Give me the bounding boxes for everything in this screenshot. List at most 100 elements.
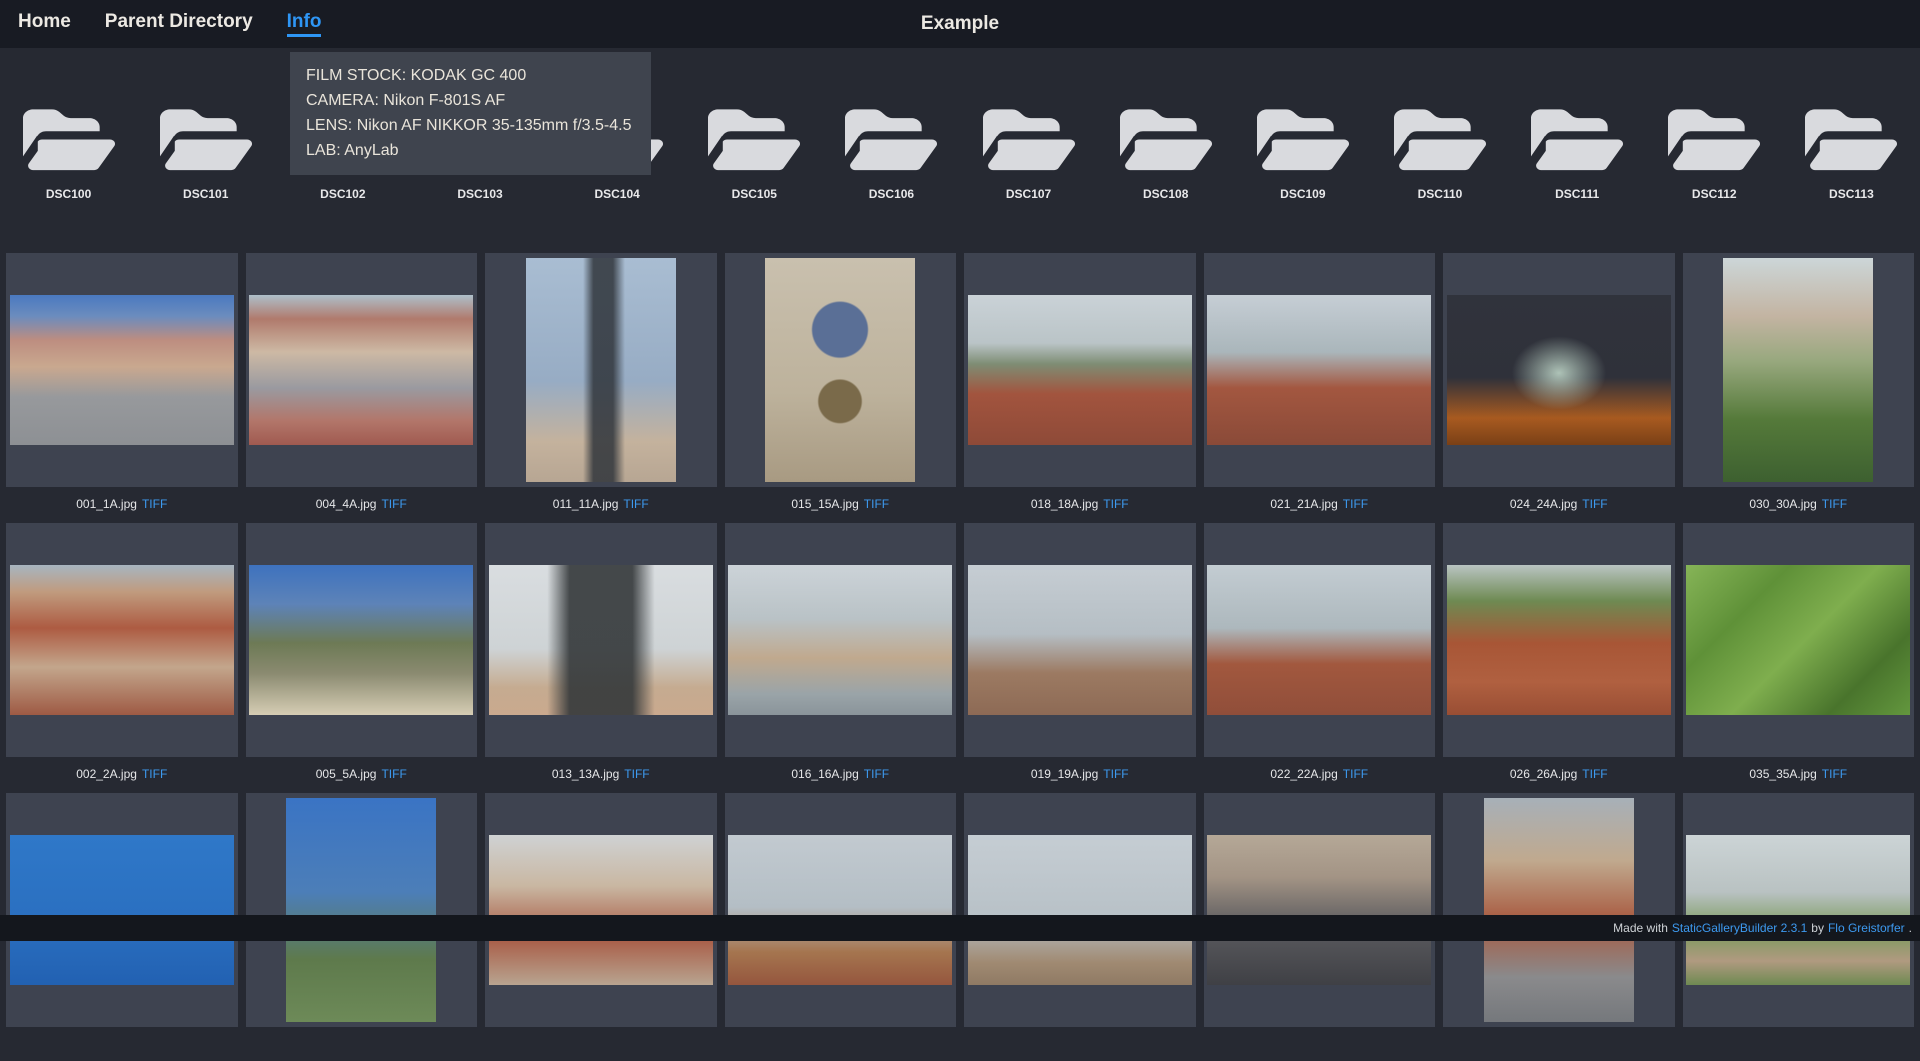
photo-thumbnail[interactable] xyxy=(1686,835,1911,985)
folder-icon xyxy=(1393,109,1486,171)
folder-item[interactable]: DSC110 xyxy=(1371,105,1508,201)
tiff-link[interactable]: TIFF xyxy=(1582,767,1607,781)
folder-icon xyxy=(982,109,1075,171)
tiff-link[interactable]: TIFF xyxy=(1103,767,1128,781)
photo-caption: 004_4A.jpg TIFF xyxy=(246,487,478,521)
photo-thumbnail[interactable] xyxy=(728,835,953,985)
photo-thumbnail[interactable] xyxy=(728,565,953,715)
folder-item[interactable]: DSC108 xyxy=(1097,105,1234,201)
author-link[interactable]: Flo Greistorfer xyxy=(1828,921,1905,935)
folder-item[interactable]: DSC105 xyxy=(686,105,823,201)
tooltip-line-film-stock: FILM STOCK: KODAK GC 400 xyxy=(306,67,527,84)
photo-card xyxy=(964,793,1196,1027)
folder-item[interactable]: DSC100 xyxy=(0,105,137,201)
photo-card xyxy=(724,253,956,487)
tiff-link[interactable]: TIFF xyxy=(381,767,406,781)
photo-thumbnail[interactable] xyxy=(1446,295,1671,445)
photo-thumbnail[interactable] xyxy=(967,835,1192,985)
folder-item[interactable]: DSC113 xyxy=(1783,105,1920,201)
folder-label: DSC113 xyxy=(1829,187,1874,201)
tiff-link[interactable]: TIFF xyxy=(1103,497,1128,511)
photo-filename: 026_26A.jpg xyxy=(1509,767,1578,781)
photo-filename: 015_15A.jpg xyxy=(791,497,859,511)
folder-item[interactable]: DSC101 xyxy=(137,105,274,201)
photo-thumbnail[interactable] xyxy=(1723,258,1874,482)
photo-filename: 019_19A.jpg xyxy=(1030,767,1099,781)
photo-thumbnail[interactable] xyxy=(1686,565,1911,715)
tiff-link[interactable]: TIFF xyxy=(1822,767,1847,781)
photo-thumbnail[interactable] xyxy=(1483,798,1634,1022)
photo-card xyxy=(964,523,1196,757)
photo-thumbnail[interactable] xyxy=(1207,295,1432,445)
photo-filename: 016_16A.jpg xyxy=(791,767,859,781)
tiff-link[interactable]: TIFF xyxy=(1343,767,1368,781)
photo-card xyxy=(1203,523,1435,757)
tiff-link[interactable]: TIFF xyxy=(864,497,889,511)
tiff-link[interactable]: TIFF xyxy=(623,497,648,511)
photo-thumbnail[interactable] xyxy=(286,798,437,1022)
folder-icon xyxy=(22,109,115,171)
photo-thumbnail[interactable] xyxy=(1446,565,1671,715)
photo-thumbnail[interactable] xyxy=(9,565,234,715)
photo-thumbnail[interactable] xyxy=(967,295,1192,445)
folder-label: DSC105 xyxy=(731,187,777,201)
photo-card xyxy=(1443,253,1675,487)
photo-thumbnail[interactable] xyxy=(765,258,916,482)
tiff-link[interactable]: TIFF xyxy=(1343,497,1368,511)
photo-thumbnail[interactable] xyxy=(9,295,234,445)
photo-thumbnail[interactable] xyxy=(249,295,474,445)
nav-link-home[interactable]: Home xyxy=(18,12,71,37)
gallery-item: 015_15A.jpg TIFF xyxy=(724,253,956,521)
info-tooltip: FILM STOCK: KODAK GC 400 CAMERA: Nikon F… xyxy=(290,52,651,175)
photo-thumbnail[interactable] xyxy=(488,565,713,715)
tiff-link[interactable]: TIFF xyxy=(864,767,889,781)
top-nav-bar: Home Parent Directory Info Example xyxy=(0,0,1920,48)
tiff-link[interactable]: TIFF xyxy=(142,497,167,511)
photo-thumbnail[interactable] xyxy=(1207,835,1432,985)
gallery-item: 002_2A.jpg TIFF xyxy=(6,523,238,791)
folder-label: DSC103 xyxy=(457,187,503,201)
photo-caption: 019_19A.jpg TIFF xyxy=(964,757,1196,791)
tiff-link[interactable]: TIFF xyxy=(142,767,167,781)
photo-thumbnail[interactable] xyxy=(9,835,234,985)
photo-filename: 002_2A.jpg xyxy=(76,767,137,781)
folder-row: DSC100 DSC101 DSC102 DSC103 DSC104 DSC10… xyxy=(0,105,1920,201)
folder-label: DSC102 xyxy=(320,187,366,201)
folder-item[interactable]: DSC111 xyxy=(1509,105,1646,201)
photo-filename: 004_4A.jpg xyxy=(315,497,377,511)
photo-thumbnail[interactable] xyxy=(525,258,676,482)
folder-item[interactable]: DSC112 xyxy=(1646,105,1783,201)
gallery-item: 024_24A.jpg TIFF xyxy=(1443,253,1675,521)
folder-icon xyxy=(1531,109,1624,171)
builder-link[interactable]: StaticGalleryBuilder 2.3.1 xyxy=(1672,921,1807,935)
gallery-item: 013_13A.jpg TIFF xyxy=(485,523,717,791)
photo-card xyxy=(6,523,238,757)
photo-thumbnail[interactable] xyxy=(488,835,713,985)
folder-item[interactable]: DSC106 xyxy=(823,105,960,201)
folder-label: DSC108 xyxy=(1143,187,1189,201)
tiff-link[interactable]: TIFF xyxy=(1582,497,1607,511)
photo-card xyxy=(1443,523,1675,757)
folder-label: DSC106 xyxy=(868,187,915,201)
footer-bar: Made with StaticGalleryBuilder 2.3.1 by … xyxy=(0,915,1920,941)
tiff-link[interactable]: TIFF xyxy=(624,767,649,781)
folder-item[interactable]: DSC107 xyxy=(960,105,1097,201)
nav-link-parent-directory[interactable]: Parent Directory xyxy=(105,12,253,37)
gallery-item: 035_35A.jpg TIFF xyxy=(1682,523,1914,791)
photo-card xyxy=(1682,793,1914,1027)
folder-label: DSC109 xyxy=(1280,187,1326,201)
photo-card xyxy=(1443,793,1675,1027)
photo-caption: 002_2A.jpg TIFF xyxy=(6,757,238,791)
photo-thumbnail[interactable] xyxy=(967,565,1192,715)
photo-caption: 005_5A.jpg TIFF xyxy=(246,757,478,791)
photo-caption: 026_26A.jpg TIFF xyxy=(1443,757,1675,791)
photo-card xyxy=(485,793,717,1027)
photo-thumbnail[interactable] xyxy=(1207,565,1432,715)
photo-filename: 021_21A.jpg xyxy=(1270,497,1338,511)
photo-thumbnail[interactable] xyxy=(249,565,474,715)
tiff-link[interactable]: TIFF xyxy=(1822,497,1847,511)
tiff-link[interactable]: TIFF xyxy=(381,497,406,511)
folder-item[interactable]: DSC109 xyxy=(1234,105,1371,201)
nav-link-info[interactable]: Info xyxy=(286,12,322,37)
gallery-item: 019_19A.jpg TIFF xyxy=(964,523,1196,791)
